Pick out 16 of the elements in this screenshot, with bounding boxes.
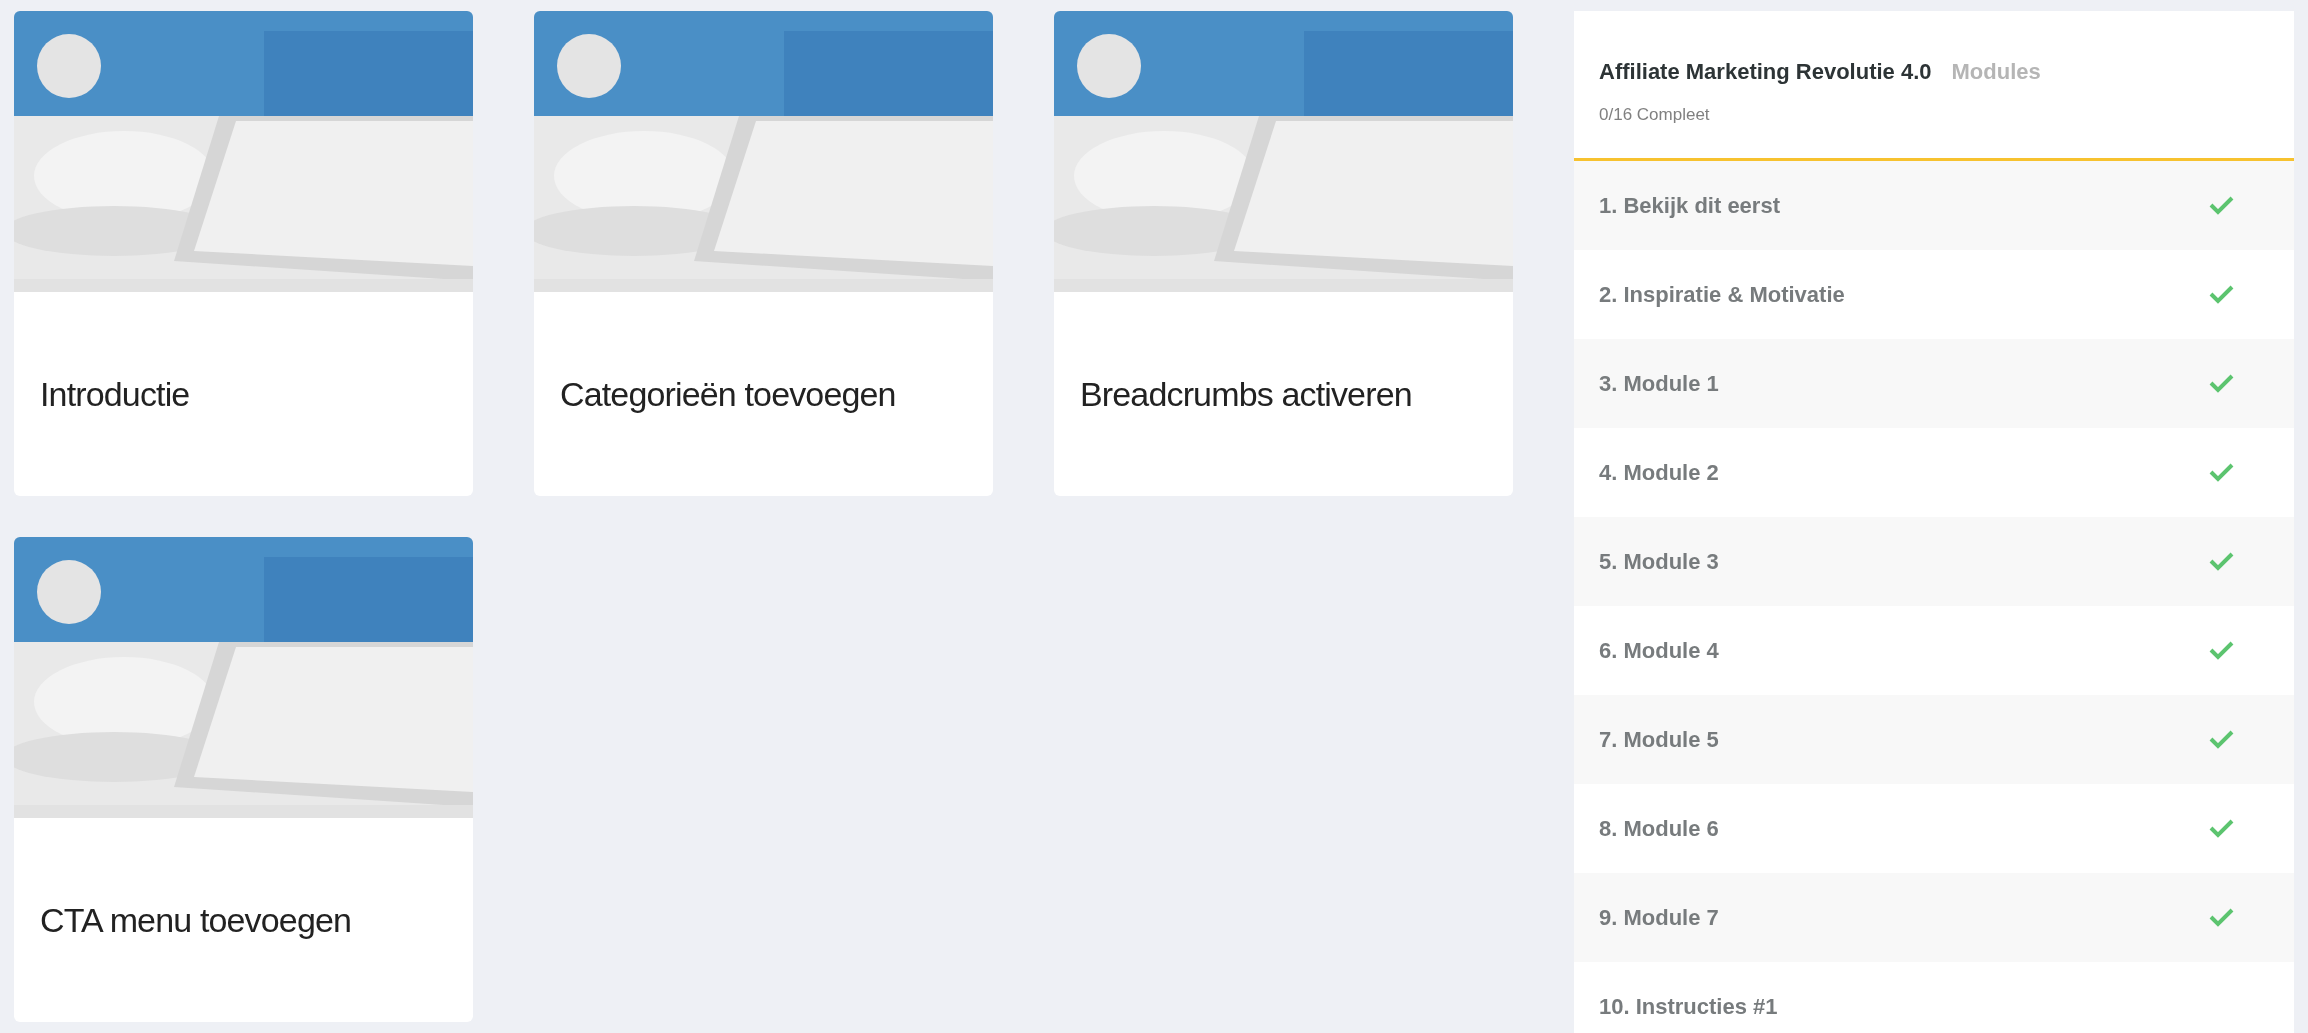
course-title: Affiliate Marketing Revolutie 4.0 bbox=[1599, 58, 1932, 86]
section-label: Modules bbox=[1951, 58, 2041, 86]
module-item[interactable]: 3. Module 1 bbox=[1574, 338, 2294, 428]
video-title: CTA menu toevoegen bbox=[40, 899, 352, 941]
video-card[interactable]: CTA menu toevoegen bbox=[14, 537, 473, 1022]
video-title: Breadcrumbs activeren bbox=[1080, 373, 1412, 415]
module-item[interactable]: 1. Bekijk dit eerst bbox=[1574, 160, 2294, 250]
module-item[interactable]: 5. Module 3 bbox=[1574, 516, 2294, 606]
video-card[interactable]: Introductie bbox=[14, 11, 473, 496]
module-item[interactable]: 9. Module 7 bbox=[1574, 872, 2294, 962]
video-title: Introductie bbox=[40, 373, 190, 415]
video-card[interactable]: Categorieën toevoegen bbox=[534, 11, 993, 496]
module-item[interactable]: 7. Module 5 bbox=[1574, 694, 2294, 784]
video-card[interactable]: Breadcrumbs activeren bbox=[1054, 11, 1513, 496]
progress-text: 0/16 Compleet bbox=[1599, 104, 1711, 126]
video-title: Categorieën toevoegen bbox=[560, 373, 896, 415]
